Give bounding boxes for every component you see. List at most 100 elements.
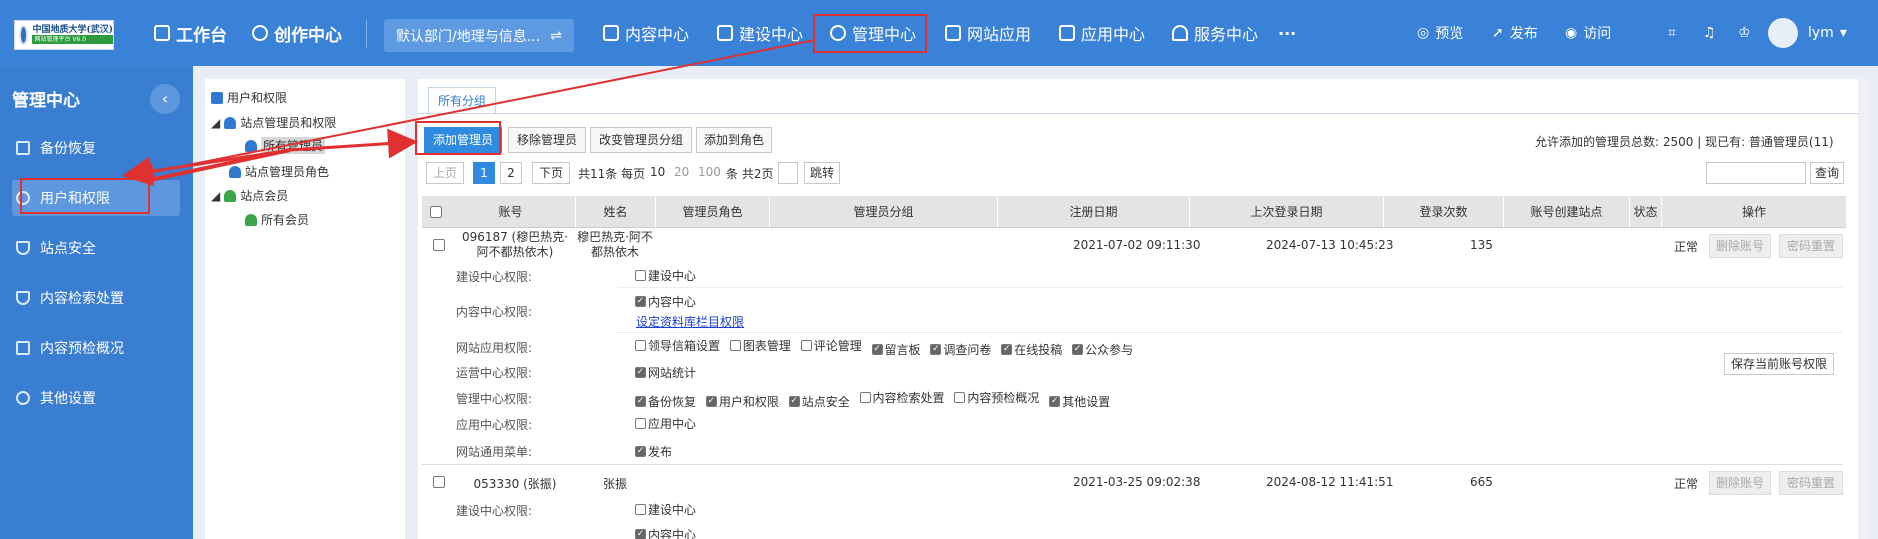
avatar[interactable] bbox=[1768, 18, 1798, 48]
perm-divider bbox=[618, 332, 1843, 333]
sidebar-item-other-settings[interactable]: 其他设置 bbox=[12, 380, 180, 416]
perm-checkbox[interactable]: ✓ 内容中心 bbox=[635, 526, 696, 539]
page-size-10[interactable]: 10 bbox=[650, 165, 665, 179]
tree-admin-roles[interactable]: 站点管理员角色 bbox=[229, 163, 329, 180]
perm-checkbox[interactable]: ✓ 网站统计 bbox=[635, 364, 696, 381]
nav-more[interactable]: ··· bbox=[1278, 0, 1296, 66]
reset-password-button[interactable]: 密码重置 bbox=[1779, 471, 1843, 495]
chevron-down-icon: ▾ bbox=[1839, 25, 1847, 41]
page-1[interactable]: 1 bbox=[473, 162, 495, 184]
admin-quota: 允许添加的管理员总数: 2500 | 现已有: 普通管理员(11) bbox=[1535, 135, 1834, 149]
select-all-checkbox[interactable] bbox=[430, 206, 442, 218]
site-logo[interactable]: 中国地质大学(武汉) 网站管理平台 V6.0 bbox=[14, 20, 114, 50]
highlight-add-admin bbox=[415, 121, 501, 155]
nav-build-center[interactable]: 建设中心 bbox=[717, 0, 803, 66]
shield-check-icon bbox=[16, 291, 30, 305]
preview-button[interactable]: ◎ 预览 bbox=[1417, 0, 1463, 66]
column-permission-link[interactable]: 设定资料库栏目权限 bbox=[636, 313, 744, 330]
sidebar-item-security[interactable]: 站点安全 bbox=[12, 230, 180, 266]
bell-icon[interactable]: ♫ bbox=[1703, 0, 1716, 66]
nav-app-center[interactable]: 应用中心 bbox=[1059, 0, 1145, 66]
perm-checkbox[interactable]: 建设中心 bbox=[635, 501, 696, 518]
logo-line1: 中国地质大学(武汉) bbox=[32, 25, 113, 35]
perm-checkbox[interactable]: ✓ 备份恢复 bbox=[635, 393, 696, 410]
perm-checkbox[interactable]: ✓ 调查问卷 bbox=[930, 341, 991, 358]
row1-name: 穆巴热克·阿不都热依木 bbox=[577, 230, 653, 259]
jump-button[interactable]: 跳转 bbox=[804, 162, 840, 184]
collapse-button[interactable]: ‹ bbox=[150, 84, 180, 114]
tab-all-groups[interactable]: 所有分组 bbox=[428, 87, 496, 113]
scan-icon[interactable]: ⌗ bbox=[1668, 0, 1676, 66]
perm-checkbox[interactable]: ✓ 其他设置 bbox=[1049, 393, 1110, 410]
nav-service-center[interactable]: 服务中心 bbox=[1172, 0, 1258, 66]
perm-divider bbox=[618, 287, 1843, 288]
shirt-icon[interactable]: ♔ bbox=[1738, 0, 1751, 66]
lightbulb-icon bbox=[252, 25, 268, 41]
row2-reg-date: 2021-03-25 09:02:38 bbox=[1073, 475, 1201, 489]
perm-checkbox[interactable]: 图表管理 bbox=[729, 337, 791, 354]
remove-admin-button[interactable]: 移除管理员 bbox=[508, 127, 586, 153]
nav-web-apps[interactable]: 网站应用 bbox=[945, 0, 1031, 66]
pager-pages: 条 共2页 bbox=[726, 167, 774, 181]
row-checkbox[interactable] bbox=[433, 239, 445, 251]
tree-admins[interactable]: ◢ 站点管理员和权限 bbox=[211, 114, 336, 131]
perm-checkbox[interactable]: 领导信箱设置 bbox=[635, 337, 720, 354]
row2-name: 张振 bbox=[602, 477, 627, 491]
compass-icon: ◉ bbox=[1565, 25, 1578, 41]
scrollbar[interactable] bbox=[1860, 79, 1868, 539]
sidebar-item-precheck[interactable]: 内容预检概况 bbox=[12, 330, 180, 366]
change-group-button[interactable]: 改变管理员分组 bbox=[590, 127, 692, 153]
publish-button[interactable]: ➚ 发布 bbox=[1492, 0, 1538, 66]
tree-all-admins[interactable]: 所有管理员 bbox=[245, 137, 326, 154]
nav-workbench[interactable]: 工作台 bbox=[154, 0, 227, 66]
window-icon bbox=[945, 25, 961, 41]
row-checkbox[interactable] bbox=[433, 476, 445, 488]
nav-creation[interactable]: 创作中心 bbox=[252, 0, 342, 66]
member-icon bbox=[245, 213, 257, 226]
tree-all-members[interactable]: 所有会员 bbox=[245, 211, 309, 228]
col-name: 姓名 bbox=[576, 196, 656, 228]
perm-checkbox[interactable]: ✓ 在线投稿 bbox=[1001, 341, 1062, 358]
delete-account-button[interactable]: 删除账号 bbox=[1709, 471, 1771, 495]
prev-page-button[interactable]: 上页 bbox=[426, 162, 464, 184]
perm-label-ops: 运营中心权限: bbox=[456, 366, 533, 380]
send-icon: ➚ bbox=[1492, 25, 1504, 41]
row1-last-login: 2024-07-13 10:45:23 bbox=[1266, 238, 1394, 252]
sidebar-item-backup[interactable]: 备份恢复 bbox=[12, 130, 180, 166]
sidebar-item-content-search[interactable]: 内容检索处置 bbox=[12, 280, 180, 316]
perm-checkbox[interactable]: ✓ 用户和权限 bbox=[705, 393, 779, 410]
row2-login-count: 665 bbox=[1470, 475, 1493, 489]
page-size-20[interactable]: 20 bbox=[674, 165, 689, 179]
perm-checkbox[interactable]: ✓ 发布 bbox=[635, 443, 672, 460]
user-menu[interactable]: lym ▾ bbox=[1808, 0, 1847, 66]
add-to-role-button[interactable]: 添加到角色 bbox=[696, 127, 772, 153]
perm-app: 领导信箱设置 图表管理 评论管理 ✓ 留言板 ✓ 调查问卷 ✓ 在线投稿 ✓ 公众参与 bbox=[635, 337, 1139, 358]
perm-checkbox[interactable]: ✓ 内容中心 bbox=[635, 293, 696, 310]
highlight-sidebar-users bbox=[20, 178, 150, 214]
visit-button[interactable]: ◉ 访问 bbox=[1565, 0, 1611, 66]
tree-root[interactable]: 用户和权限 bbox=[211, 89, 287, 106]
delete-account-button[interactable]: 删除账号 bbox=[1709, 234, 1771, 258]
nav-content-center[interactable]: 内容中心 bbox=[603, 0, 689, 66]
page-size-100[interactable]: 100 bbox=[698, 165, 721, 179]
perm-checkbox[interactable]: 内容预检概况 bbox=[954, 389, 1039, 406]
perm-checkbox[interactable]: 评论管理 bbox=[800, 337, 862, 354]
col-login-count: 登录次数 bbox=[1384, 196, 1504, 228]
department-selector[interactable]: 默认部门/地理与信息... ⇌ bbox=[384, 19, 574, 52]
perm-checkbox[interactable]: ✓ 站点安全 bbox=[788, 393, 850, 410]
save-permissions-button[interactable]: 保存当前账号权限 bbox=[1724, 353, 1834, 375]
tree-members[interactable]: ◢ 站点会员 bbox=[211, 187, 288, 204]
perm-checkbox[interactable]: ✓ 公众参与 bbox=[1072, 341, 1133, 358]
next-page-button[interactable]: 下页 bbox=[532, 162, 570, 184]
search-button[interactable]: 查询 bbox=[1810, 162, 1844, 184]
sidebar-title: 管理中心 bbox=[12, 91, 80, 111]
perm-checkbox[interactable]: 内容检索处置 bbox=[859, 389, 945, 406]
jump-page-input[interactable] bbox=[778, 162, 798, 184]
perm-checkbox[interactable]: 建设中心 bbox=[635, 267, 696, 284]
perm-checkbox[interactable]: 应用中心 bbox=[635, 415, 696, 432]
row2-account: 053330 (张振) bbox=[473, 477, 557, 491]
perm-checkbox[interactable]: ✓ 留言板 bbox=[871, 341, 921, 358]
page-2[interactable]: 2 bbox=[500, 162, 522, 184]
search-input[interactable] bbox=[1706, 162, 1806, 184]
reset-password-button[interactable]: 密码重置 bbox=[1779, 234, 1843, 258]
